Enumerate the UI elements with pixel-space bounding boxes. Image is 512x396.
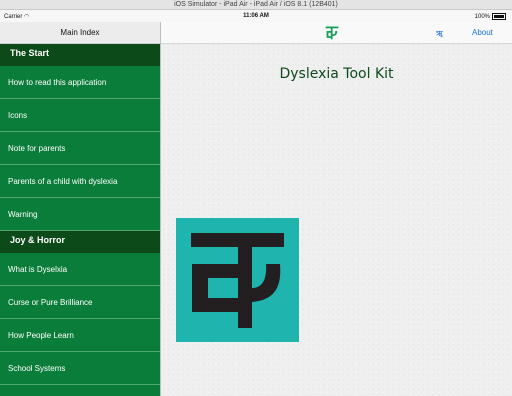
menu-item-note-for-parents[interactable]: Note for parents [0,132,160,165]
ka-glyph-logo [191,233,284,328]
section-header-joy-horror: Joy & Horror [0,231,160,253]
status-bar: Carrier ◠ 11:06 AM 100% [0,10,512,22]
menu-item-how-people-learn[interactable]: How People Learn [0,319,160,352]
simulator-title-bar: iOS Simulator - iPad Air - iPad Air / iO… [0,0,512,10]
status-time: 11:06 AM [243,13,269,19]
nav-bar: ॠ About [161,22,512,44]
section-header-the-start: The Start [0,44,160,66]
menu-item-curse-or-brilliance[interactable]: Curse or Pure Brilliance [0,286,160,319]
window-title: iOS Simulator - iPad Air - iPad Air / iO… [174,1,338,8]
sidebar-title: Main Index [0,22,160,44]
sidebar: Main Index The Start How to read this ap… [0,22,160,396]
battery-icon [492,13,506,20]
translate-icon[interactable]: ॠ [436,28,443,39]
menu-item-school-systems[interactable]: School Systems [0,352,160,385]
ka-glyph-icon [325,26,339,40]
app-logo [176,218,299,342]
about-button[interactable]: About [472,28,493,37]
menu-item-warning[interactable]: Warning [0,198,160,231]
menu-item-how-to-read[interactable]: How to read this application [0,66,160,99]
menu-item-icons[interactable]: Icons [0,99,160,132]
battery-indicator: 100% [475,13,506,20]
page-title: Dyslexia Tool Kit [279,66,394,82]
main-content: ॠ About Dyslexia Tool Kit [160,22,512,396]
menu-item-what-is-dyslexia[interactable]: What is Dyselxia [0,253,160,286]
menu-item-parents-of-child[interactable]: Parents of a child with dyslexia [0,165,160,198]
